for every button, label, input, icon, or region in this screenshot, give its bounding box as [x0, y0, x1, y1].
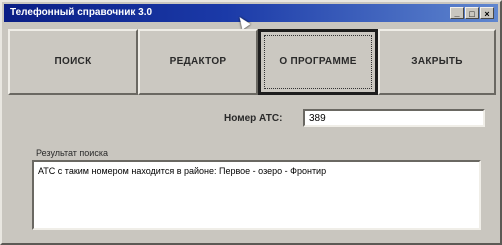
minimize-button[interactable]: _	[450, 7, 464, 19]
window-controls: _ □ ×	[450, 7, 494, 20]
app-window: Телефонный справочник 3.0 _ □ × ПОИСК РЕ…	[0, 0, 502, 245]
close-window-button[interactable]: ×	[480, 7, 494, 19]
search-result-textarea[interactable]: АТС с таким номером находится в районе: …	[32, 160, 481, 230]
maximize-button[interactable]: □	[465, 7, 479, 19]
about-button[interactable]: О ПРОГРАММЕ	[258, 29, 378, 95]
close-button[interactable]: ЗАКРЫТЬ	[378, 29, 496, 95]
search-result-label: Результат поиска	[36, 148, 108, 158]
close-icon: ×	[484, 9, 490, 19]
editor-button[interactable]: РЕДАКТОР	[138, 29, 258, 95]
title-bar[interactable]: Телефонный справочник 3.0 _ □ ×	[4, 4, 498, 22]
ats-number-input[interactable]: 389	[303, 109, 485, 127]
minimize-icon: _	[454, 8, 460, 18]
window-title: Телефонный справочник 3.0	[10, 7, 153, 18]
search-button[interactable]: ПОИСК	[8, 29, 138, 95]
ats-number-label: Номер АТС:	[224, 113, 283, 124]
maximize-icon: □	[469, 9, 475, 19]
